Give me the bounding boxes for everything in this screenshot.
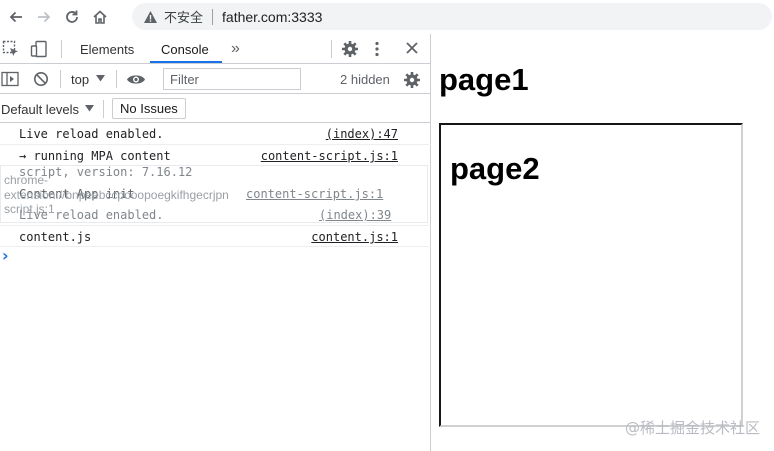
tab-elements[interactable]: Elements bbox=[80, 34, 134, 64]
reload-icon[interactable] bbox=[58, 3, 86, 31]
context-selector[interactable]: top bbox=[71, 72, 89, 87]
chevron-down-icon[interactable] bbox=[85, 105, 94, 112]
console-message-text: chrome- bbox=[4, 173, 49, 187]
device-toolbar-icon[interactable] bbox=[30, 40, 48, 58]
toolbar-divider bbox=[61, 40, 62, 58]
page-heading: page1 bbox=[439, 62, 529, 97]
address-bar[interactable]: 不安全 father.com:3333 bbox=[132, 3, 772, 30]
console-settings-gear-icon[interactable] bbox=[403, 71, 421, 89]
console-message-text: extension://bnpeebccpooopoegkifhgecrjpn bbox=[4, 188, 229, 202]
inspect-element-icon[interactable] bbox=[2, 40, 20, 58]
page-viewport: page1 page2 @稀土掘金技术社区 bbox=[432, 34, 774, 451]
hidden-messages-count: 2 hidden bbox=[340, 72, 390, 87]
iframe-heading: page2 bbox=[450, 151, 540, 186]
home-icon[interactable] bbox=[86, 3, 114, 31]
url-text[interactable]: father.com:3333 bbox=[222, 9, 322, 25]
tab-console[interactable]: Console bbox=[161, 34, 209, 64]
console-group[interactable]: → running MPA content content-script.js:… bbox=[0, 145, 431, 167]
back-arrow-icon[interactable] bbox=[2, 3, 30, 31]
console-prompt[interactable]: › bbox=[2, 246, 9, 265]
watermark: @稀土掘金技术社区 bbox=[624, 419, 760, 437]
settings-gear-icon[interactable] bbox=[341, 40, 359, 58]
console-source-link[interactable]: content-script.js:1 bbox=[246, 187, 383, 201]
console-message: Live reload enabled. (index):47 bbox=[0, 123, 431, 145]
more-tabs-button[interactable]: » bbox=[231, 34, 240, 64]
levels-bar: Default levels No Issues bbox=[0, 95, 431, 123]
chevron-down-icon[interactable] bbox=[96, 75, 105, 82]
toolbar-divider bbox=[331, 40, 332, 58]
browser-toolbar: 不安全 father.com:3333 bbox=[0, 0, 774, 34]
console-source-link[interactable]: (index):39 bbox=[319, 208, 391, 222]
console-message-text: Live reload enabled. bbox=[19, 127, 164, 141]
toolbar-divider bbox=[116, 70, 117, 88]
issues-button[interactable]: No Issues bbox=[112, 98, 186, 119]
close-icon[interactable] bbox=[405, 41, 419, 55]
toolbar-divider bbox=[60, 70, 61, 88]
console-source-link[interactable]: (index):47 bbox=[326, 127, 398, 141]
console-message-text: content.js bbox=[19, 230, 92, 244]
address-divider bbox=[212, 8, 214, 25]
active-tab-indicator bbox=[150, 61, 222, 63]
console-message-text: Live reload enabled. bbox=[19, 208, 164, 222]
sidebar-toggle-icon[interactable] bbox=[1, 71, 19, 87]
security-status[interactable]: 不安全 bbox=[164, 7, 203, 26]
console-source-link[interactable]: content.js:1 bbox=[311, 230, 398, 244]
console-toolbar: top 2 hidden bbox=[0, 65, 431, 94]
forward-arrow-icon[interactable] bbox=[30, 3, 58, 31]
clear-console-icon[interactable] bbox=[33, 71, 49, 87]
filter-input[interactable] bbox=[163, 68, 301, 90]
more-options-icon[interactable] bbox=[373, 40, 381, 58]
devtools-tab-bar: Elements Console » bbox=[0, 34, 431, 64]
log-levels-dropdown[interactable]: Default levels bbox=[1, 102, 79, 117]
live-expression-eye-icon[interactable] bbox=[126, 73, 146, 86]
console-source-link[interactable]: content-script.js:1 bbox=[261, 149, 398, 163]
warning-triangle-icon[interactable] bbox=[142, 9, 158, 25]
console-message: content.js content.js:1 bbox=[0, 225, 431, 247]
embedded-iframe[interactable]: page2 bbox=[439, 123, 743, 427]
devtools-panel: Elements Console » top 2 hidden bbox=[0, 34, 431, 451]
console-message-text: → running MPA content bbox=[19, 149, 171, 163]
toolbar-divider bbox=[103, 100, 104, 118]
